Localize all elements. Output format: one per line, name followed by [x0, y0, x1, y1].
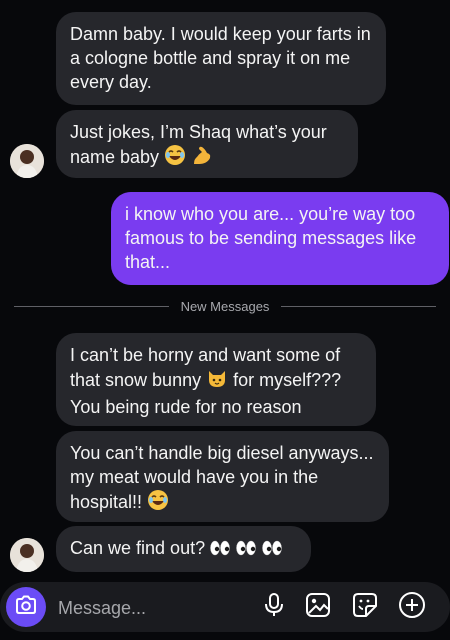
cat-emoji	[206, 367, 228, 395]
new-messages-divider: New Messages	[14, 296, 436, 316]
divider-line	[281, 305, 436, 307]
message-composer	[0, 582, 450, 632]
camera-icon	[15, 595, 37, 620]
add-icon	[398, 591, 426, 624]
gallery-button[interactable]	[303, 592, 333, 622]
message-text: You can’t handle big diesel anyways... m…	[70, 443, 374, 512]
microphone-button[interactable]	[259, 592, 289, 622]
microphone-icon	[263, 592, 285, 623]
message-bubble-incoming[interactable]: You can’t handle big diesel anyways... m…	[56, 431, 389, 522]
message-text: Can we find out?	[70, 538, 206, 558]
message-bubble-incoming[interactable]: Damn baby. I would keep your farts in a …	[56, 12, 386, 105]
message-text: Damn baby. I would keep your farts in a …	[70, 24, 371, 92]
avatar[interactable]	[10, 538, 44, 572]
camera-button[interactable]	[6, 587, 46, 627]
gallery-icon	[305, 592, 331, 623]
divider-line	[14, 305, 169, 307]
eyes-emoji	[210, 539, 286, 563]
sticker-button[interactable]	[350, 592, 380, 622]
message-bubble-outgoing[interactable]: i know who you are... you’re way too fam…	[111, 192, 449, 285]
sticker-icon	[352, 592, 378, 623]
message-bubble-incoming[interactable]: Just jokes, I’m Shaq what’s your name ba…	[56, 110, 358, 178]
divider-label: New Messages	[180, 298, 270, 314]
avatar[interactable]	[10, 144, 44, 178]
message-input[interactable]	[56, 594, 250, 622]
message-text: i know who you are... you’re way too fam…	[125, 204, 417, 272]
laughing-emoji	[164, 144, 186, 172]
laughing-emoji	[147, 489, 169, 517]
add-button[interactable]	[397, 591, 427, 624]
flexed-biceps-emoji	[191, 144, 213, 172]
message-bubble-incoming[interactable]: I can’t be horny and want some of that s…	[56, 333, 376, 426]
message-bubble-incoming[interactable]: Can we find out?	[56, 526, 311, 572]
